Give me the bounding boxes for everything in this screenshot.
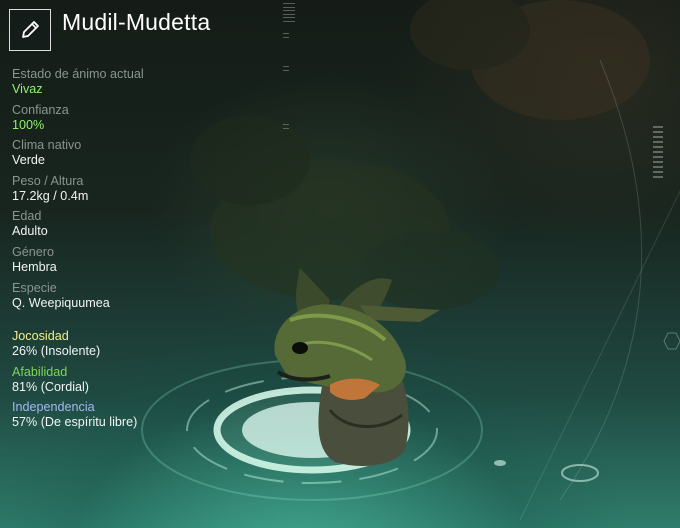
hud-marker (283, 124, 289, 129)
stat-trust: Confianza 100% (12, 102, 242, 138)
pet-name: Mudil-Mudetta (62, 9, 211, 35)
stat-value: Verde (12, 153, 45, 168)
stat-label: Peso / Altura (12, 173, 84, 188)
stat-label: Género (12, 244, 55, 259)
edit-name-button[interactable] (9, 9, 51, 51)
trait-value: 81% (Cordial) (12, 379, 89, 394)
stat-climate: Clima nativo Verde (12, 137, 242, 173)
pet-info-panel: Mudil-Mudetta Estado de ánimo actual Viv… (0, 0, 240, 528)
pencil-icon (19, 19, 41, 41)
stat-value: Hembra (12, 259, 57, 274)
hud-marker (283, 66, 289, 71)
hud-marker (283, 10, 295, 15)
stat-label: Especie (12, 280, 57, 295)
hud-marker (283, 17, 295, 22)
stat-value: Q. Weepiquumea (12, 295, 110, 310)
stats-list: Estado de ánimo actual Vivaz Confianza 1… (12, 66, 242, 315)
traits-list: Jocosidad 26% (Insolente) Afabilidad 81%… (12, 328, 242, 435)
stat-value: Adulto (12, 224, 48, 239)
stat-label: Edad (12, 209, 42, 224)
trait-playfulness: Jocosidad 26% (Insolente) (12, 328, 242, 364)
trait-label: Jocosidad (12, 329, 69, 343)
stat-gender: Género Hembra (12, 244, 242, 280)
stat-label: Clima nativo (12, 138, 82, 153)
stat-label: Confianza (12, 102, 69, 117)
trait-friendliness: Afabilidad 81% (Cordial) (12, 364, 242, 400)
stat-weight-height: Peso / Altura 17.2kg / 0.4m (12, 173, 242, 209)
trait-label: Afabilidad (12, 364, 68, 379)
stat-value: 100% (12, 117, 45, 132)
stat-age: Edad Adulto (12, 208, 242, 244)
trait-independence: Independencia 57% (De espíritu libre) (12, 399, 242, 435)
hud-marker (283, 33, 289, 38)
stat-value: 17.2kg / 0.4m (12, 188, 89, 203)
hud-marker (283, 3, 295, 8)
stat-mood: Estado de ánimo actual Vivaz (12, 66, 242, 102)
stat-species: Especie Q. Weepiquumea (12, 280, 242, 316)
trait-value: 26% (Insolente) (12, 344, 101, 358)
stat-value: Vivaz (12, 82, 43, 96)
stat-label: Estado de ánimo actual (12, 67, 144, 81)
trait-label: Independencia (12, 400, 95, 415)
trait-value: 57% (De espíritu libre) (12, 415, 138, 430)
